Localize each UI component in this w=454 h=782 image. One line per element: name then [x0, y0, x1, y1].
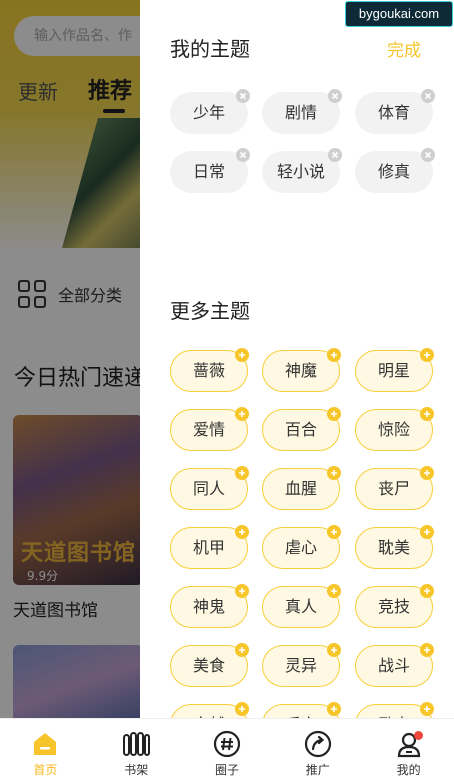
nav-mine[interactable]: 我的 [363, 719, 454, 782]
topic-label: 真人 [284, 597, 317, 616]
more-topic-chip[interactable]: 丧尸 [355, 466, 434, 510]
nav-mine-label: 我的 [396, 763, 421, 777]
topic-label: 惊险 [377, 420, 410, 439]
add-topic-icon[interactable] [235, 348, 249, 362]
topic-label: 轻小说 [276, 162, 325, 181]
nav-bookshelf[interactable]: 书架 [91, 719, 182, 782]
topic-label: 机甲 [192, 538, 225, 557]
topic-label: 剧情 [284, 103, 317, 122]
share-arrow-icon [304, 730, 331, 758]
nav-promote[interactable]: 推广 [272, 719, 363, 782]
topic-label: 耽美 [377, 538, 410, 557]
my-topic-chip[interactable]: 剧情 [262, 89, 342, 134]
topic-label: 灵异 [284, 656, 317, 675]
topic-label: 神鬼 [192, 597, 225, 616]
add-topic-icon[interactable] [420, 407, 434, 421]
add-topic-icon[interactable] [420, 643, 434, 657]
add-topic-icon[interactable] [235, 525, 249, 539]
nav-promote-label: 推广 [305, 763, 330, 777]
add-topic-icon[interactable] [235, 466, 249, 480]
add-topic-icon[interactable] [327, 702, 341, 716]
remove-topic-icon[interactable] [236, 148, 250, 162]
more-topic-chip[interactable]: 虐心 [262, 525, 341, 569]
more-topic-chip[interactable]: 真人 [262, 584, 341, 628]
topic-label: 虐心 [284, 538, 317, 557]
add-topic-icon[interactable] [327, 584, 341, 598]
add-topic-icon[interactable] [235, 407, 249, 421]
my-topics-title: 我的主题 [170, 37, 250, 61]
more-topic-chip[interactable]: 灵异 [262, 643, 341, 687]
remove-topic-icon[interactable] [421, 148, 435, 162]
add-topic-icon[interactable] [420, 584, 434, 598]
watermark: bygoukai.com [345, 1, 453, 27]
my-topic-chip[interactable]: 日常 [170, 148, 250, 193]
add-topic-icon[interactable] [235, 643, 249, 657]
topic-label: 百合 [284, 420, 317, 439]
topic-label: 同人 [192, 479, 225, 498]
more-topic-chip[interactable]: 后宫 [262, 702, 341, 718]
more-topic-chip[interactable]: 百合 [262, 407, 341, 451]
remove-topic-icon[interactable] [421, 89, 435, 103]
topic-label: 爱情 [192, 420, 225, 439]
add-topic-icon[interactable] [327, 643, 341, 657]
add-topic-icon[interactable] [235, 584, 249, 598]
topic-label: 少年 [192, 103, 225, 122]
add-topic-icon[interactable] [327, 407, 341, 421]
nav-circle-label: 圈子 [214, 763, 239, 777]
add-topic-icon[interactable] [420, 525, 434, 539]
bookshelf-icon [123, 732, 151, 756]
more-topics-title: 更多主题 [170, 299, 250, 323]
more-topic-chip[interactable]: 机甲 [170, 525, 249, 569]
more-topic-chip[interactable]: 战斗 [355, 643, 434, 687]
bottom-nav: 首页 书架 圈子 推广 我的 [0, 718, 454, 782]
topic-label: 日常 [192, 162, 225, 181]
topic-label: 竞技 [377, 597, 410, 616]
nav-bookshelf-label: 书架 [124, 763, 149, 777]
circle-hash-icon [213, 730, 241, 758]
topic-label: 美食 [192, 656, 225, 675]
topic-label: 修真 [377, 162, 410, 181]
more-topic-chip[interactable]: 励志 [355, 702, 434, 718]
topic-panel: 我的主题 完成 少年 剧情 体育日常 轻小说 修真 更多主题 蔷薇 神魔 明星爱情 百合 惊险同… [140, 0, 454, 718]
topic-label: 明星 [377, 361, 410, 380]
remove-topic-icon[interactable] [236, 89, 250, 103]
topic-label: 神魔 [284, 361, 317, 380]
add-topic-icon[interactable] [235, 702, 249, 716]
add-topic-icon[interactable] [327, 348, 341, 362]
add-topic-icon[interactable] [327, 525, 341, 539]
remove-topic-icon[interactable] [328, 148, 342, 162]
topic-label: 丧尸 [377, 479, 410, 498]
more-topic-chip[interactable]: 蔷薇 [170, 348, 249, 392]
topic-label: 蔷薇 [192, 361, 225, 380]
nav-home-label: 首页 [33, 763, 58, 777]
my-topic-chip[interactable]: 轻小说 [262, 148, 342, 193]
nav-circle[interactable]: 圈子 [182, 719, 273, 782]
topic-label: 血腥 [284, 479, 317, 498]
nav-home[interactable]: 首页 [0, 719, 91, 782]
more-topic-chip[interactable]: 明星 [355, 348, 434, 392]
home-icon [34, 733, 57, 755]
topic-label: 体育 [377, 103, 410, 122]
my-topic-chip[interactable]: 少年 [170, 89, 250, 134]
more-topic-chip[interactable]: 血腥 [262, 466, 341, 510]
add-topic-icon[interactable] [420, 348, 434, 362]
more-topic-chip[interactable]: 同人 [170, 466, 249, 510]
done-button[interactable]: 完成 [387, 36, 421, 61]
more-topic-chip[interactable]: 神鬼 [170, 584, 249, 628]
my-topic-chip[interactable]: 修真 [355, 148, 435, 193]
add-topic-icon[interactable] [327, 466, 341, 480]
add-topic-icon[interactable] [420, 702, 434, 716]
more-topic-chip[interactable]: 惊险 [355, 407, 434, 451]
my-topic-chip[interactable]: 体育 [355, 89, 435, 134]
remove-topic-icon[interactable] [328, 89, 342, 103]
more-topic-chip[interactable]: 爱情 [170, 407, 249, 451]
more-topic-chip[interactable]: 美食 [170, 643, 249, 687]
more-topic-chip[interactable]: 竞技 [355, 584, 434, 628]
more-topic-chip[interactable]: 耽美 [355, 525, 434, 569]
topic-label: 战斗 [377, 656, 410, 675]
add-topic-icon[interactable] [420, 466, 434, 480]
more-topic-chip[interactable]: 穿越 [170, 702, 249, 718]
more-topic-chip[interactable]: 神魔 [262, 348, 341, 392]
